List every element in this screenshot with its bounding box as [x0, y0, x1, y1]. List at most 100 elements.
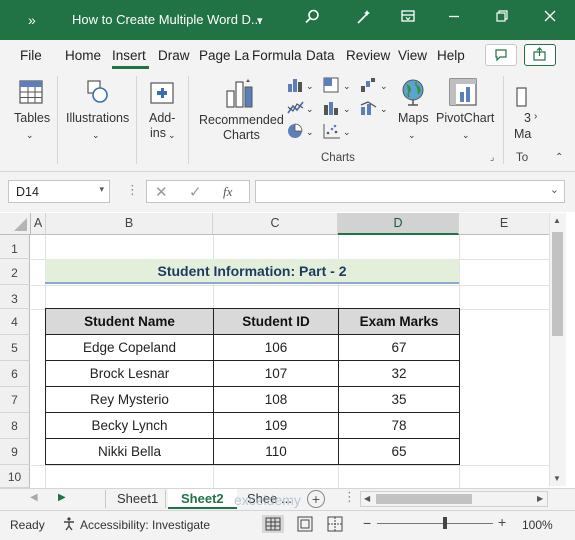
column-header-c[interactable]: C: [213, 213, 338, 235]
cancel-icon[interactable]: ✕: [155, 183, 168, 201]
restore-icon[interactable]: [490, 8, 514, 30]
chevron-down-icon[interactable]: ⌄: [343, 79, 351, 94]
zoom-slider-track[interactable]: [377, 523, 493, 524]
pivotchart-icon[interactable]: [448, 77, 480, 110]
collapse-ribbon-icon[interactable]: ⌃: [555, 152, 563, 163]
chevron-down-icon[interactable]: ▾: [99, 184, 104, 195]
comments-button[interactable]: [485, 44, 517, 66]
zoom-level[interactable]: 100%: [522, 518, 553, 532]
tab-page-layout[interactable]: Page La: [199, 48, 249, 63]
row-header-5[interactable]: 5: [0, 335, 30, 361]
chevron-down-icon[interactable]: ⌄: [343, 102, 351, 117]
title-dropdown-icon[interactable]: ▾: [257, 12, 263, 30]
statistic-chart-icon[interactable]: [322, 99, 342, 120]
tab-review[interactable]: Review: [346, 48, 390, 63]
cell-id[interactable]: 107: [213, 360, 339, 387]
cell-name[interactable]: Nikki Bella: [45, 438, 214, 465]
tab-home[interactable]: Home: [65, 48, 101, 63]
hierarchy-chart-icon[interactable]: [322, 76, 342, 97]
status-accessibility[interactable]: Accessibility: Investigate: [80, 518, 210, 532]
tab-draw[interactable]: Draw: [158, 48, 190, 63]
insert-function-icon[interactable]: fx: [223, 184, 232, 200]
row-header-10[interactable]: 10: [0, 465, 30, 488]
ribbon-display-icon[interactable]: [396, 8, 420, 30]
close-icon[interactable]: [538, 8, 562, 30]
recommended-charts-label[interactable]: Recommended: [199, 113, 284, 128]
chevron-down-icon[interactable]: ⌄: [306, 79, 314, 94]
row-header-9[interactable]: 9: [0, 439, 30, 465]
name-box[interactable]: D14 ▾: [8, 180, 110, 203]
cell-name[interactable]: Becky Lynch: [45, 412, 214, 439]
3d-map-icon[interactable]: [515, 86, 529, 111]
chevron-down-icon[interactable]: ⌄: [92, 128, 100, 143]
pie-chart-icon[interactable]: [286, 122, 306, 143]
row-header-3[interactable]: 3: [0, 285, 30, 309]
chevron-down-icon[interactable]: ⌄: [408, 128, 416, 143]
more-icon[interactable]: »: [28, 11, 36, 29]
row-header-2[interactable]: 2: [0, 259, 30, 285]
recommended-charts-icon[interactable]: [224, 76, 258, 113]
column-header-d[interactable]: D: [338, 213, 459, 235]
column-header-e[interactable]: E: [459, 213, 549, 235]
sheet-tab-sheet1[interactable]: Sheet1: [117, 489, 158, 509]
add-sheet-icon[interactable]: +: [307, 490, 325, 508]
scroll-down-icon[interactable]: ▼: [553, 474, 561, 483]
sheet-banner-title[interactable]: Student Information: Part - 2: [45, 259, 459, 284]
zoom-out-icon[interactable]: −: [363, 515, 371, 531]
cell-name[interactable]: Edge Copeland: [45, 334, 214, 361]
illustrations-label[interactable]: Illustrations: [66, 111, 129, 126]
3d-map-label[interactable]: 3: [524, 111, 531, 126]
add-ins-icon[interactable]: [148, 78, 176, 109]
cell-marks[interactable]: 67: [338, 334, 460, 361]
chevron-down-icon[interactable]: ⌄: [306, 102, 314, 117]
minimize-icon[interactable]: [442, 8, 466, 30]
page-break-view-icon[interactable]: [326, 516, 344, 535]
tab-view[interactable]: View: [398, 48, 427, 63]
cell-name[interactable]: Brock Lesnar: [45, 360, 214, 387]
drag-handle-icon[interactable]: ⋮: [343, 489, 356, 505]
chevron-down-icon[interactable]: ⌄: [168, 128, 176, 143]
scatter-chart-icon[interactable]: [322, 122, 342, 143]
3d-map-label-2[interactable]: Ma: [514, 127, 531, 142]
tab-data[interactable]: Data: [306, 48, 335, 63]
sheet-tab-sheet2[interactable]: Sheet2: [168, 489, 237, 509]
row-header-4[interactable]: 4: [0, 309, 30, 335]
expand-formula-icon[interactable]: ⌄: [550, 183, 559, 196]
row-header-1[interactable]: 1: [0, 235, 30, 259]
chevron-down-icon[interactable]: ⌄: [306, 125, 314, 140]
add-ins-label[interactable]: Add-: [149, 111, 175, 126]
recommended-charts-label-2[interactable]: Charts: [223, 128, 260, 143]
horizontal-scroll-thumb[interactable]: [376, 494, 472, 504]
cell-id[interactable]: 109: [213, 412, 339, 439]
page-layout-view-icon[interactable]: [296, 516, 314, 535]
search-icon[interactable]: [300, 8, 324, 30]
tab-help[interactable]: Help: [437, 48, 465, 63]
row-header-7[interactable]: 7: [0, 387, 30, 413]
dialog-launcher-icon[interactable]: ⌟: [490, 152, 494, 163]
drag-handle-icon[interactable]: ⋮: [126, 182, 139, 198]
globe-icon[interactable]: [398, 77, 428, 110]
table-icon[interactable]: [17, 78, 45, 109]
column-header-b[interactable]: B: [46, 213, 213, 235]
chevron-down-icon[interactable]: ⌄: [380, 79, 388, 94]
cell-id[interactable]: 110: [213, 438, 339, 465]
pivotchart-label[interactable]: PivotChart: [436, 111, 494, 126]
chevron-down-icon[interactable]: ⌄: [26, 128, 34, 143]
zoom-slider-thumb[interactable]: [443, 517, 447, 529]
illustrations-icon[interactable]: [83, 78, 111, 109]
waterfall-chart-icon[interactable]: [359, 76, 379, 97]
normal-view-icon[interactable]: [262, 515, 284, 536]
cell-marks[interactable]: 65: [338, 438, 460, 465]
cell-marks[interactable]: 35: [338, 386, 460, 413]
select-all-corner[interactable]: [0, 213, 31, 235]
maps-label[interactable]: Maps: [398, 111, 429, 126]
formula-input[interactable]: ⌄: [255, 180, 565, 203]
combo-chart-icon[interactable]: [359, 99, 379, 120]
cell-id[interactable]: 108: [213, 386, 339, 413]
prev-sheet-icon[interactable]: ◀: [30, 492, 38, 503]
scroll-left-icon[interactable]: ◀: [364, 494, 370, 503]
accessibility-icon[interactable]: [61, 516, 77, 535]
header-student-id[interactable]: Student ID: [213, 308, 339, 335]
cell-marks[interactable]: 78: [338, 412, 460, 439]
enter-icon[interactable]: ✓: [189, 183, 202, 201]
